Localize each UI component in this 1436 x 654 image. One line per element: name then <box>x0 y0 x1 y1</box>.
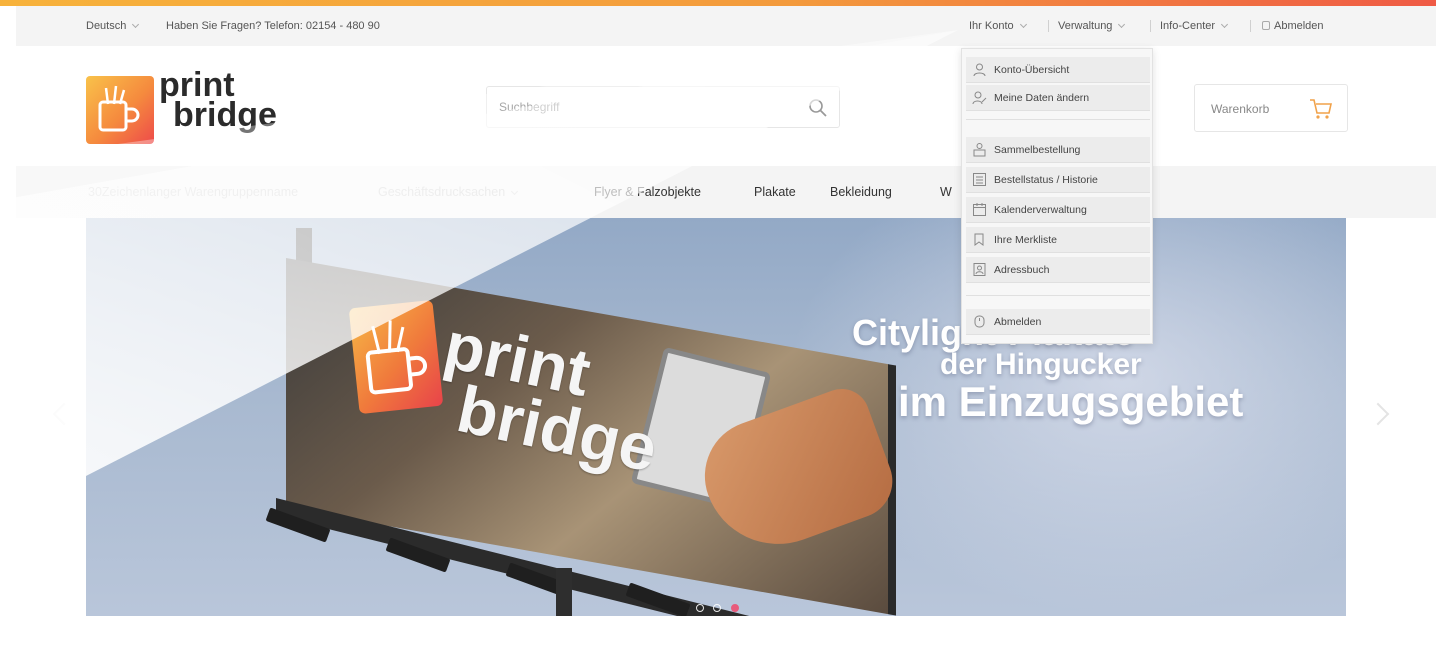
account-dropdown: Konto-Übersicht Meine Daten ändern Samme… <box>961 48 1153 344</box>
chevron-down-icon <box>1019 20 1027 29</box>
logo-icon[interactable] <box>86 76 154 144</box>
dropdown-item-order-history[interactable]: Bestellstatus / Historie <box>966 167 1150 193</box>
dropdown-item-account-overview[interactable]: Konto-Übersicht <box>966 57 1150 83</box>
contact-info: Haben Sie Fragen? Telefon: 02154 - 480 9… <box>166 20 380 32</box>
account-menu[interactable]: Ihr Konto <box>969 20 1027 32</box>
logout-icon <box>974 315 985 328</box>
separator <box>1048 20 1049 32</box>
site-header: print bridge Warenkorb <box>16 46 1436 166</box>
nav-item-label: Geschäftsdrucksachen <box>378 185 506 199</box>
account-menu-label: Ihr Konto <box>969 20 1014 32</box>
dropdown-item-label: Ihre Merkliste <box>994 234 1058 246</box>
separator <box>1150 20 1151 32</box>
separator <box>1250 20 1251 32</box>
order-history-icon <box>973 173 986 186</box>
logo-wordmark[interactable]: print bridge <box>159 68 277 134</box>
dropdown-item-address-book[interactable]: Adressbuch <box>966 257 1150 283</box>
chevron-down-icon <box>1118 20 1126 29</box>
dropdown-item-label: Abmelden <box>994 316 1042 328</box>
slider-next-arrow-icon[interactable] <box>1366 402 1390 426</box>
chevron-down-icon <box>1220 20 1229 29</box>
chevron-down-icon <box>511 187 519 196</box>
bulk-order-icon <box>973 143 986 157</box>
user-icon <box>973 63 986 77</box>
language-label: Deutsch <box>86 20 127 32</box>
slider-dot[interactable] <box>713 604 722 612</box>
dropdown-item-wishlist[interactable]: Ihre Merkliste <box>966 227 1150 253</box>
administration-menu-label: Verwaltung <box>1058 20 1113 32</box>
cart-button[interactable]: Warenkorb <box>1194 84 1348 132</box>
logout-link[interactable]: Abmelden <box>1262 20 1324 32</box>
address-book-icon <box>973 263 986 276</box>
chevron-down-icon <box>132 20 140 29</box>
info-center-menu[interactable]: Info-Center <box>1160 20 1229 32</box>
dropdown-item-label: Kalenderverwaltung <box>994 204 1087 216</box>
hero-headline-3: im Einzugsgebiet <box>898 378 1244 425</box>
main-navigation: 30Zeichenlanger Warengruppenname Geschäf… <box>16 166 1436 218</box>
info-center-menu-label: Info-Center <box>1160 20 1216 32</box>
wishlist-icon <box>974 233 984 246</box>
cart-label: Warenkorb <box>1211 102 1270 116</box>
utility-bar: Deutsch Haben Sie Fragen? Telefon: 02154… <box>16 6 1436 46</box>
dropdown-item-label: Konto-Übersicht <box>994 64 1070 76</box>
dropdown-item-label: Bestellstatus / Historie <box>994 174 1098 186</box>
hero-slider[interactable]: print bridge Citylight-Plakate der Hingu… <box>86 218 1346 616</box>
nav-item-clothing[interactable]: Bekleidung <box>830 185 892 199</box>
cart-icon <box>1310 99 1332 119</box>
dropdown-divider <box>966 119 1150 120</box>
dropdown-item-logout[interactable]: Abmelden <box>966 309 1150 335</box>
dropdown-item-label: Meine Daten ändern <box>994 92 1090 104</box>
nav-item-posters[interactable]: Plakate <box>754 185 796 199</box>
logout-icon <box>1262 21 1270 30</box>
billboard-logo-icon <box>348 299 444 415</box>
slider-prev-arrow-icon[interactable] <box>52 402 76 426</box>
language-selector[interactable]: Deutsch <box>86 20 140 32</box>
logo-line-2: bridge <box>173 96 277 134</box>
dropdown-item-calendar[interactable]: Kalenderverwaltung <box>966 197 1150 223</box>
nav-item-flyer[interactable]: Flyer & Falzobjekte <box>594 185 701 199</box>
user-edit-icon <box>972 91 987 105</box>
hero-headline-2: der Hingucker <box>940 348 1142 381</box>
logout-label: Abmelden <box>1274 20 1324 32</box>
search-box <box>486 86 840 128</box>
slider-dot-active[interactable] <box>730 604 739 612</box>
administration-menu[interactable]: Verwaltung <box>1058 20 1126 32</box>
dropdown-divider <box>966 295 1150 296</box>
dropdown-item-edit-data[interactable]: Meine Daten ändern <box>966 85 1150 111</box>
dropdown-item-bulk-order[interactable]: Sammelbestellung <box>966 137 1150 163</box>
slider-pagination <box>696 599 744 616</box>
calendar-icon <box>973 203 986 216</box>
billboard-pole <box>556 568 572 616</box>
slider-dot[interactable] <box>696 604 704 612</box>
search-input[interactable] <box>487 87 777 127</box>
dropdown-item-label: Adressbuch <box>994 264 1050 276</box>
dropdown-item-label: Sammelbestellung <box>994 144 1081 156</box>
nav-item-business-print[interactable]: Geschäftsdrucksachen <box>378 185 519 199</box>
search-icon[interactable] <box>807 97 829 119</box>
nav-item-category-long[interactable]: 30Zeichenlanger Warengruppenname <box>88 185 298 199</box>
nav-item-more[interactable]: W <box>940 185 952 199</box>
